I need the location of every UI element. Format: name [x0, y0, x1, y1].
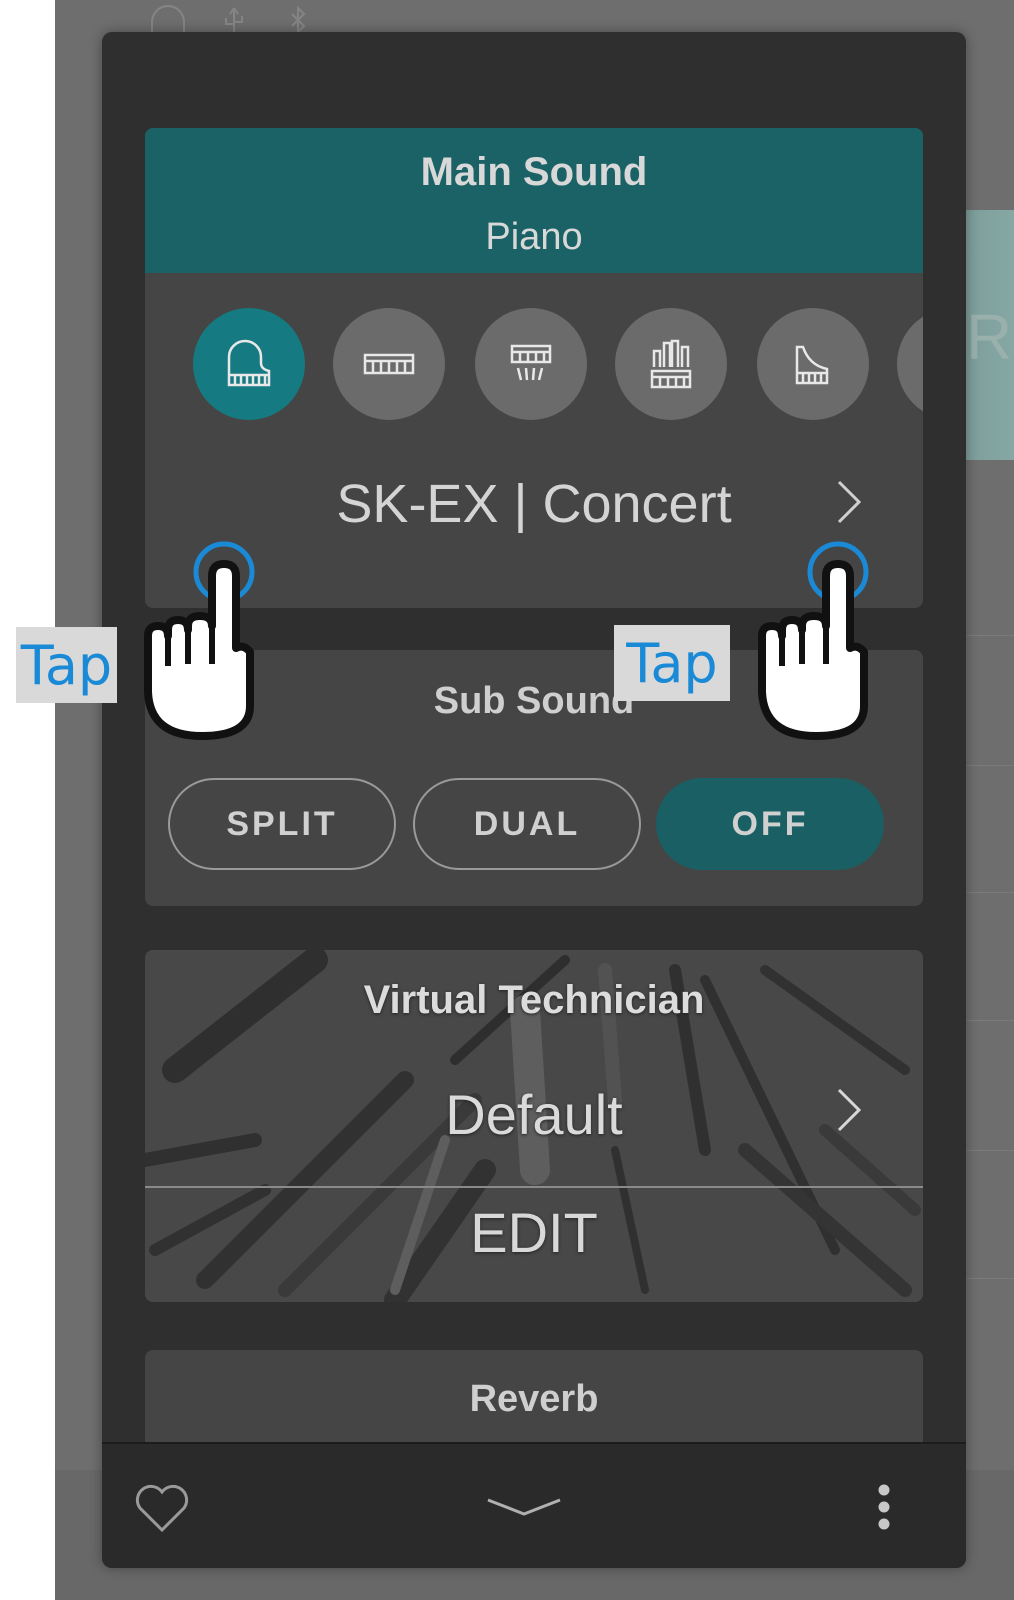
usb-icon	[225, 7, 243, 32]
edit-button[interactable]: EDIT	[145, 1200, 923, 1265]
category-icon-row	[145, 308, 923, 420]
harpsichord-icon	[510, 344, 552, 381]
status-icons	[151, 5, 306, 34]
category-button-organ[interactable]	[615, 308, 727, 420]
bluetooth-icon	[291, 5, 306, 34]
tap-label-left: Tap	[16, 627, 117, 703]
off-button[interactable]: OFF	[656, 778, 884, 870]
tap-hand-icon	[758, 541, 869, 740]
category-button-piano[interactable]	[193, 308, 305, 420]
upright-grand-icon	[795, 345, 829, 385]
sound-panel: Main Sound Piano SK-EX | Concert Sub Sou…	[102, 32, 966, 1568]
tap-label-right: Tap	[614, 625, 730, 701]
headphones-icon	[151, 5, 185, 32]
main-sound-header[interactable]: Main Sound Piano	[145, 128, 923, 273]
divider	[145, 1186, 923, 1188]
background-letter: R	[966, 301, 1013, 373]
tap-hand-icon	[144, 541, 255, 740]
chevron-right-icon[interactable]	[831, 478, 867, 526]
dual-button[interactable]: DUAL	[413, 778, 641, 870]
bottom-bar	[102, 1442, 966, 1568]
organ-icon	[650, 339, 692, 389]
more-options-icon[interactable]	[872, 1482, 896, 1532]
category-button-other[interactable]	[757, 308, 869, 420]
split-button[interactable]: SPLIT	[168, 778, 396, 870]
main-sound-category: Piano	[485, 216, 583, 258]
virtual-technician-card: Virtual Technician Default EDIT	[145, 950, 923, 1302]
reverb-title: Reverb	[469, 1378, 599, 1420]
heart-icon[interactable]	[132, 1482, 192, 1534]
electric-piano-icon	[363, 353, 415, 375]
category-button-partial[interactable]	[897, 308, 923, 420]
grand-piano-icon	[227, 339, 271, 387]
chevron-right-icon[interactable]	[831, 1086, 867, 1134]
background-list-lines	[960, 460, 1014, 1460]
main-sound-title: Main Sound	[420, 150, 648, 194]
virtual-technician-title: Virtual Technician	[363, 978, 705, 1022]
virtual-technician-value[interactable]: Default	[145, 1082, 923, 1147]
category-button-harpsichord[interactable]	[475, 308, 587, 420]
sound-name[interactable]: SK-EX | Concert	[145, 473, 923, 535]
chevron-down-icon[interactable]	[484, 1494, 564, 1520]
category-button-epiano[interactable]	[333, 308, 445, 420]
